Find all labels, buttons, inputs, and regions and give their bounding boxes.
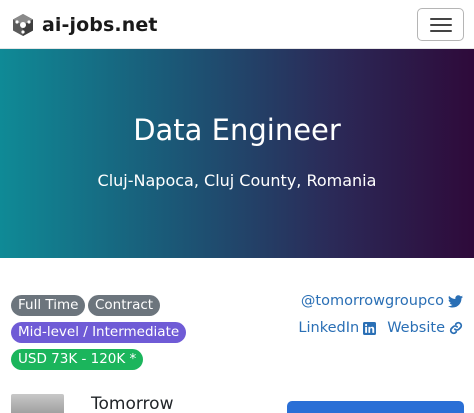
apply-button[interactable] [287,401,464,413]
website-label: Website [387,320,445,336]
job-title: Data Engineer [133,113,341,147]
linkedin-label: LinkedIn [298,320,360,336]
navbar: ai-jobs.net [0,0,474,49]
job-hero-banner [0,49,474,258]
hamburger-menu-icon [429,17,452,33]
linkedin-link[interactable]: LinkedIn [298,320,377,336]
brand-link[interactable]: ai-jobs.net [11,11,158,39]
company-logo[interactable] [11,394,64,413]
badge-experience-level[interactable]: Mid-level / Intermediate [11,322,187,343]
navbar-toggle-button[interactable] [417,8,464,41]
website-link[interactable]: Website [387,320,463,336]
badge-salary[interactable]: USD 73K - 120K * [11,349,144,370]
linkedin-icon [363,321,377,335]
badge-full-time[interactable]: Full Time [11,295,86,316]
job-location: Cluj-Napoca, Cluj County, Romania [97,171,377,190]
twitter-handle: @tomorrowgroupco [300,293,444,309]
twitter-link[interactable]: @tomorrowgroupco [301,293,463,309]
badge-contract[interactable]: Contract [88,295,161,316]
ai-jobs-logo-icon [13,14,33,36]
company-name[interactable]: Tomorrow [91,394,173,413]
twitter-icon [448,294,463,307]
social-links-row: LinkedIn Website [298,320,463,336]
brand-name: ai-jobs.net [42,14,158,36]
link-icon [449,321,463,335]
